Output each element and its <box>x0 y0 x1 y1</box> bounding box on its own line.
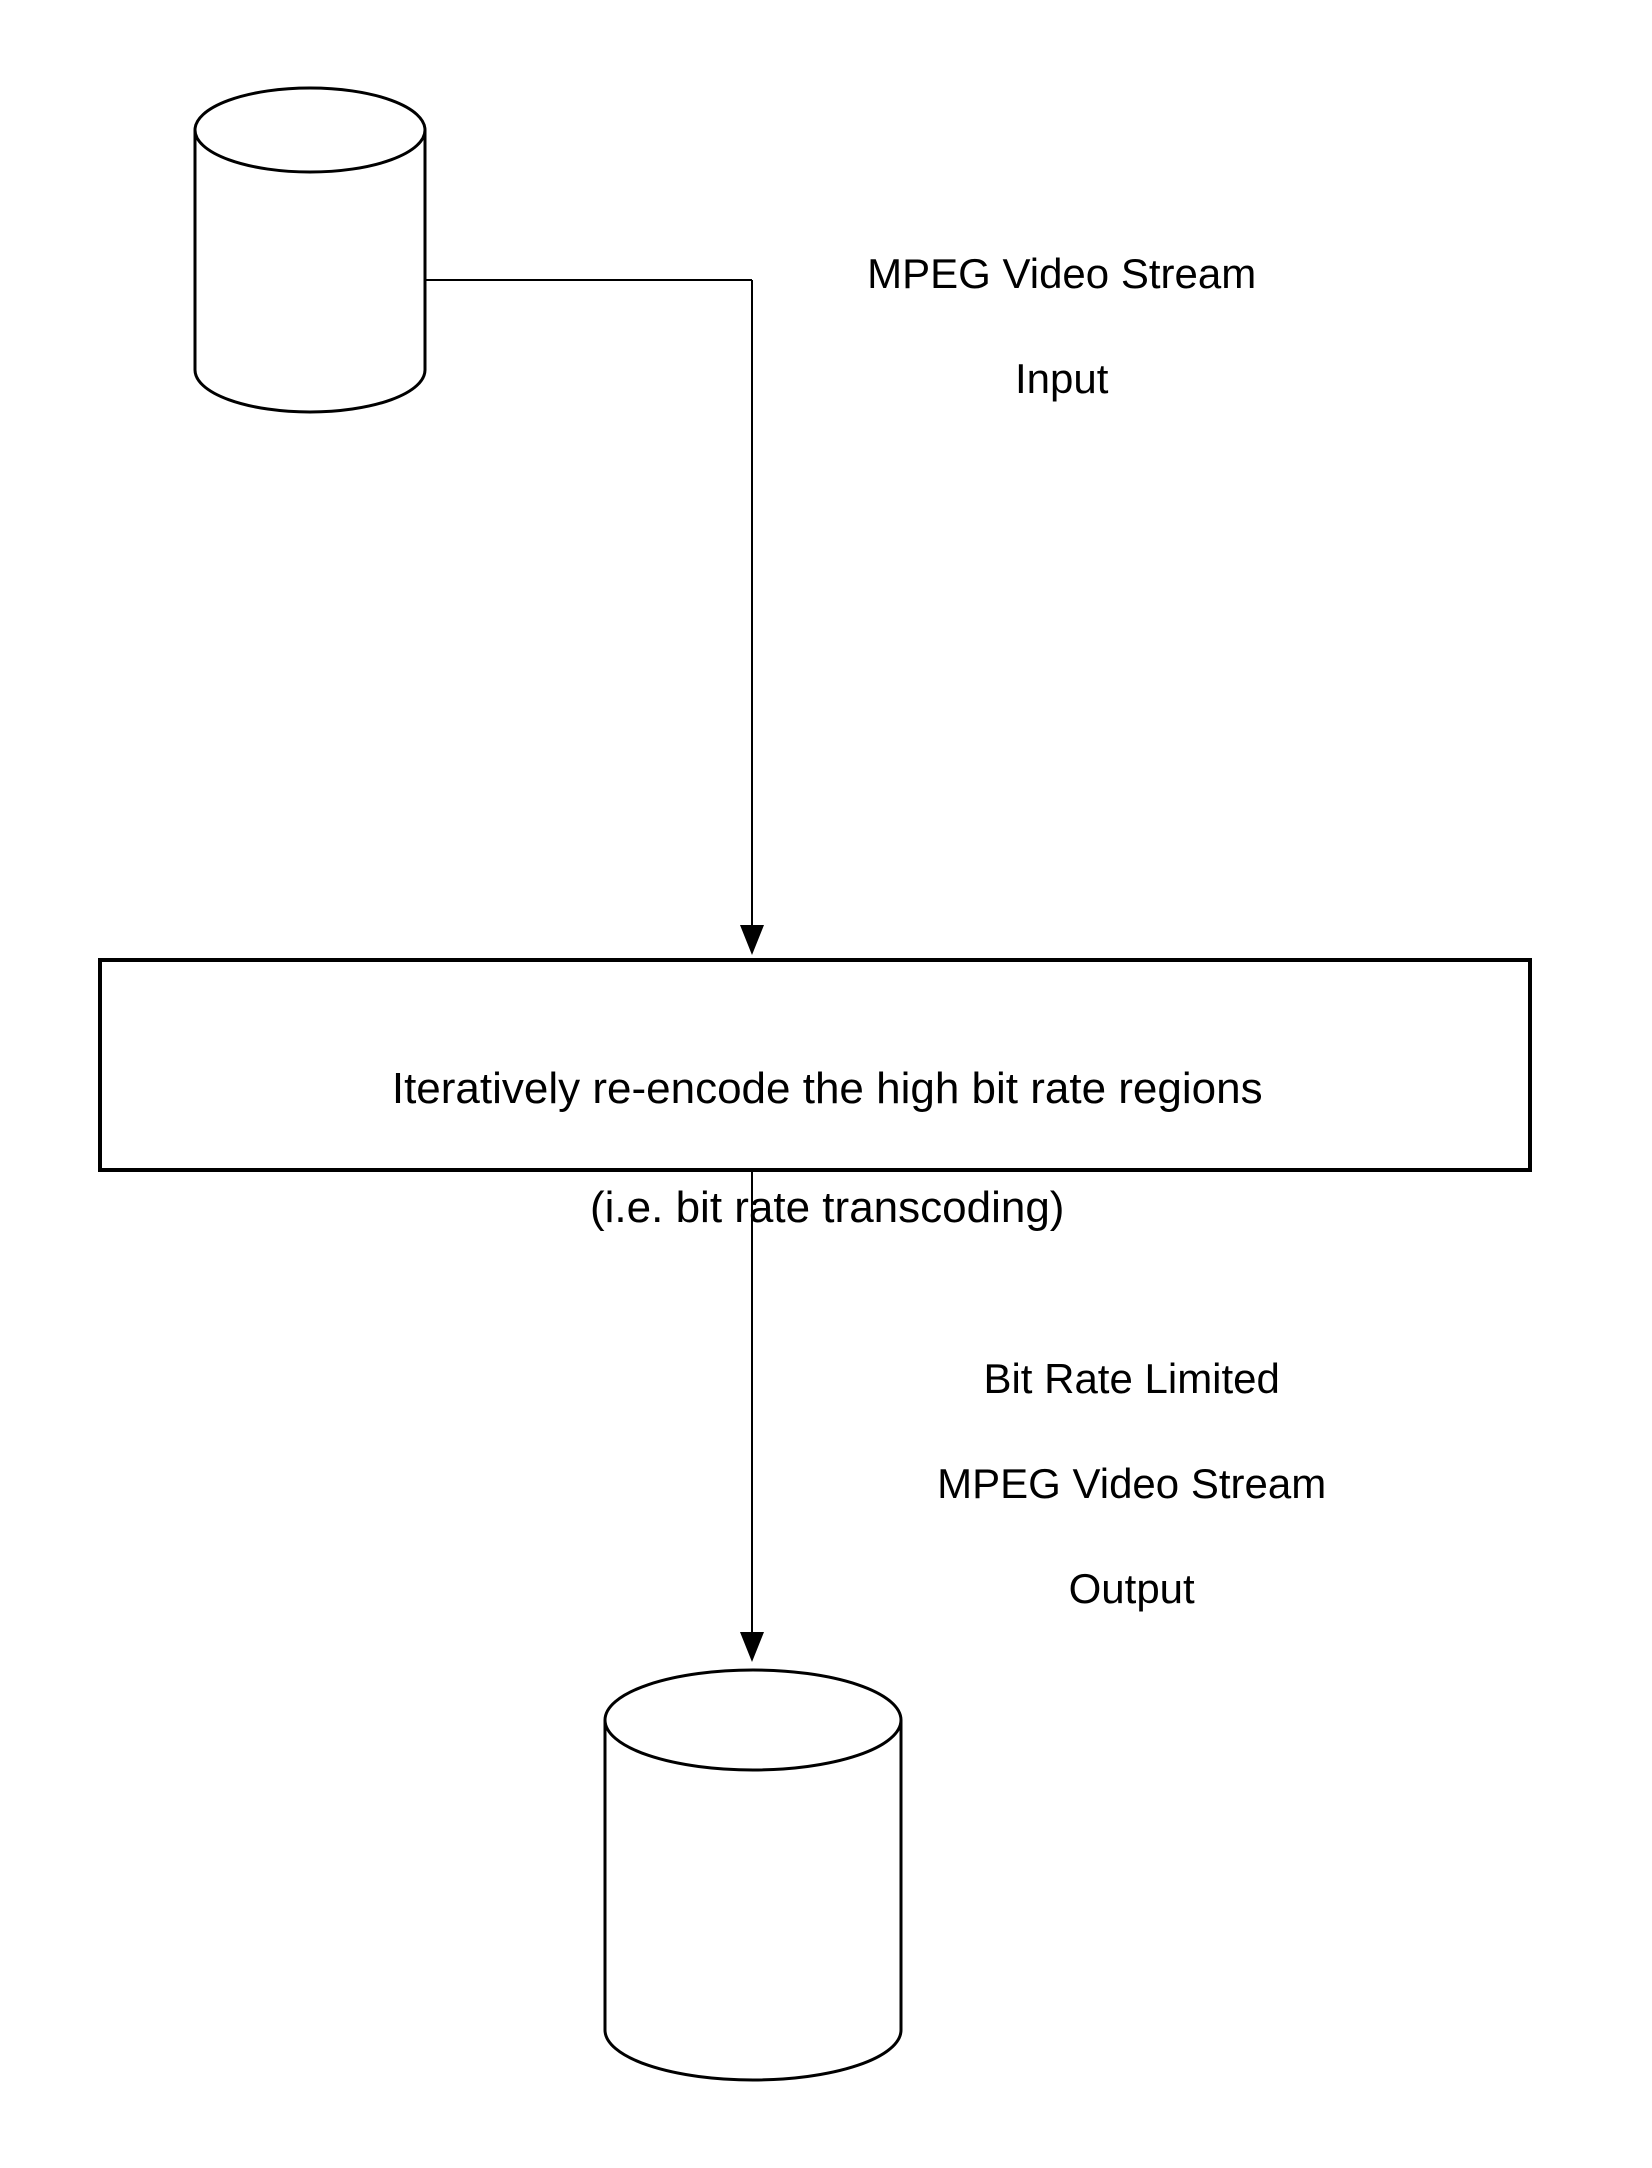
process-label-line2: (i.e. bit rate transcoding) <box>590 1183 1064 1232</box>
input-label: MPEG Video Stream Input <box>810 195 1290 405</box>
output-label-line1: Bit Rate Limited <box>983 1355 1279 1402</box>
input-cylinder-icon <box>195 88 425 412</box>
arrowhead-into-output <box>740 1632 764 1662</box>
output-cylinder-icon <box>605 1670 901 2080</box>
output-label: Bit Rate Limited MPEG Video Stream Outpu… <box>880 1300 1360 1615</box>
output-label-line3: Output <box>1069 1565 1195 1612</box>
input-label-line1: MPEG Video Stream <box>867 250 1256 297</box>
output-label-line2: MPEG Video Stream <box>937 1460 1326 1507</box>
process-label: Iteratively re-encode the high bit rate … <box>100 1000 1530 1238</box>
process-label-line1: Iteratively re-encode the high bit rate … <box>392 1064 1263 1113</box>
arrowhead-into-process <box>740 925 764 955</box>
input-label-line2: Input <box>1015 355 1108 402</box>
